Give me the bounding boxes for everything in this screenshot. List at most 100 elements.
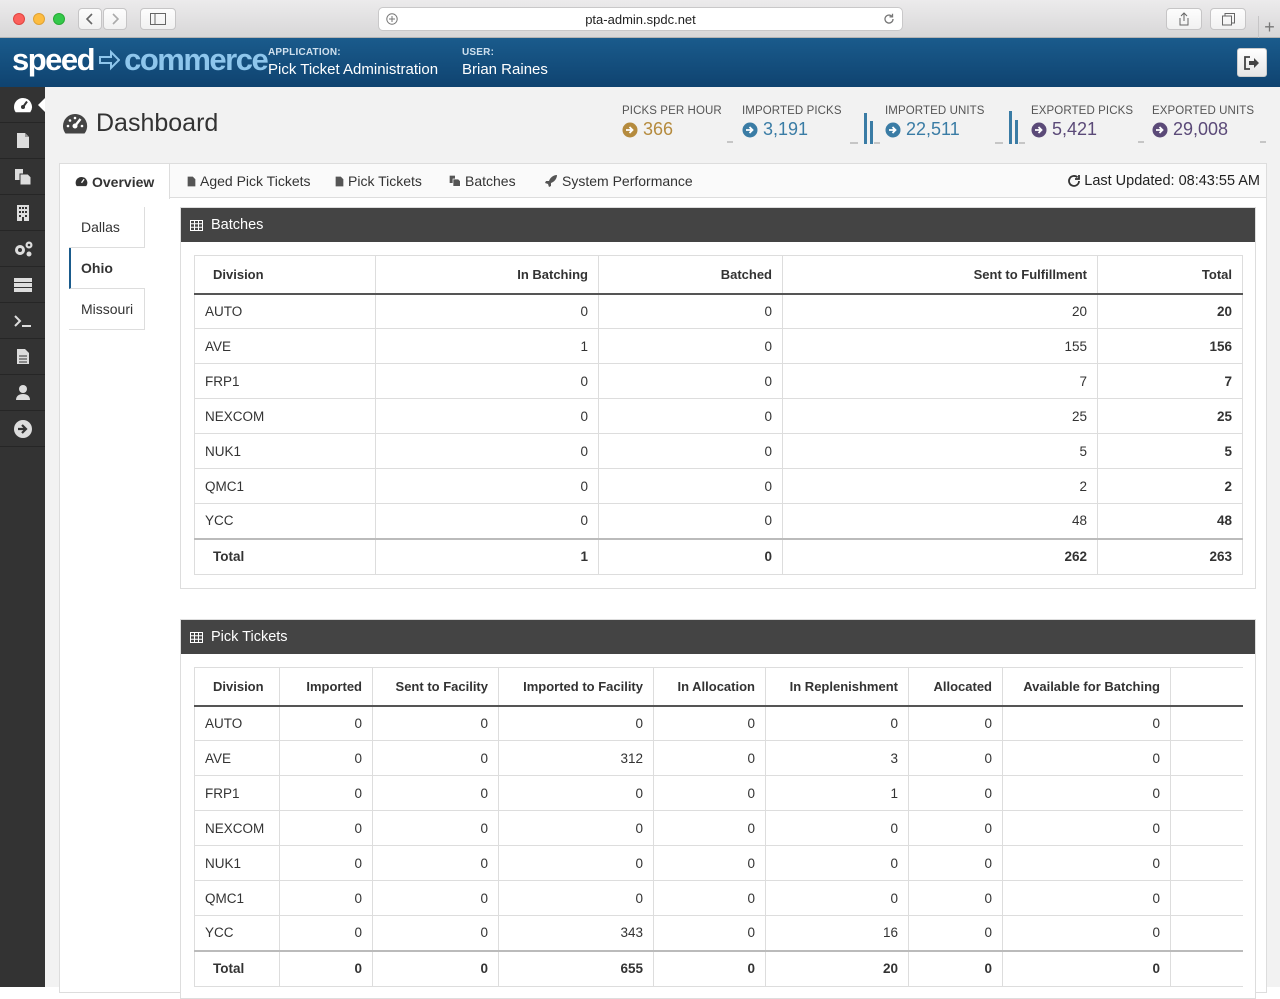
nav-users[interactable] <box>0 375 45 411</box>
table-cell: 20 <box>782 293 1098 329</box>
total-cell <box>1170 949 1243 987</box>
location-tab-missouri[interactable]: Missouri <box>69 289 145 330</box>
table-cell: 0 <box>653 810 766 846</box>
speed-commerce-logo[interactable]: speed commerce <box>12 42 269 78</box>
nav-reports[interactable] <box>0 339 45 375</box>
column-header[interactable]: Division <box>194 255 376 295</box>
column-header[interactable]: Division <box>194 667 280 707</box>
table-cell: 0 <box>908 775 1003 811</box>
minimize-window-button[interactable] <box>33 13 45 25</box>
file-text-icon <box>16 349 29 364</box>
close-window-button[interactable] <box>13 13 25 25</box>
share-icon <box>1179 12 1189 26</box>
nav-documents[interactable] <box>0 123 45 159</box>
table-cell: 0 <box>372 775 499 811</box>
last-updated[interactable]: Last Updated: 08:43:55 AM <box>1067 164 1260 198</box>
table-cell: 16 <box>765 915 909 951</box>
table-cell: 0 <box>279 810 373 846</box>
file-icon <box>335 176 344 186</box>
total-row: Total 1 0 262 263 <box>194 537 1243 575</box>
add-bookmark-icon[interactable] <box>386 13 398 25</box>
column-header[interactable]: Total <box>1097 255 1243 295</box>
table-cell: 3 <box>765 740 909 776</box>
chevron-right-icon <box>112 13 119 25</box>
column-header[interactable]: In Batching <box>375 255 599 295</box>
arrow-circle-right-icon <box>885 122 901 137</box>
table-row: NEXCOM 0 0 0 0 0 0 0 <box>194 810 1243 846</box>
new-tab-button[interactable]: + <box>1258 16 1280 38</box>
table-cell: 0 <box>375 398 599 434</box>
table-cell: 0 <box>653 845 766 881</box>
address-bar[interactable]: pta-admin.spdc.net <box>378 7 903 31</box>
table-cell: 0 <box>498 880 654 916</box>
table-cell <box>1170 740 1243 776</box>
nav-copy[interactable] <box>0 159 45 195</box>
table-cell <box>1170 915 1243 951</box>
table-cell: 2 <box>1097 468 1243 504</box>
sidebar-toggle-button[interactable] <box>140 8 176 30</box>
location-tab-ohio[interactable]: Ohio <box>69 248 145 289</box>
tab-aged-pick-tickets[interactable]: Aged Pick Tickets <box>187 164 311 198</box>
nav-dashboard[interactable] <box>0 87 45 123</box>
user-info: USER: Brian Raines <box>462 47 548 78</box>
forward-button[interactable] <box>103 8 127 30</box>
table-cell: YCC <box>194 503 376 539</box>
sparkline-picks-per-hour <box>727 141 733 143</box>
table-cell: 0 <box>765 705 909 741</box>
tab-batches[interactable]: Batches <box>449 164 516 198</box>
tab-pick-tickets[interactable]: Pick Tickets <box>335 164 422 198</box>
nav-building[interactable] <box>0 195 45 231</box>
total-cell: Total <box>194 949 280 987</box>
table-row: AVE 0 0 312 0 3 0 0 <box>194 740 1243 776</box>
column-header[interactable]: Sent to Facility <box>372 667 499 707</box>
location-tab-dallas[interactable]: Dallas <box>69 207 145 248</box>
column-header[interactable]: Imported <box>279 667 373 707</box>
batches-header: Batches <box>181 208 1255 242</box>
table-row: NUK1 0 0 5 5 <box>194 433 1243 469</box>
column-header[interactable]: Sent to Fulfillment <box>782 255 1098 295</box>
nav-forward[interactable] <box>0 411 45 447</box>
tabs-overview-button[interactable] <box>1210 8 1246 30</box>
table-cell: NUK1 <box>194 845 280 881</box>
table-cell <box>1170 880 1243 916</box>
share-button[interactable] <box>1166 8 1202 30</box>
column-header[interactable]: Batched <box>598 255 783 295</box>
table-cell: 0 <box>765 810 909 846</box>
tab-bar: Overview Aged Pick Tickets Pick Tickets … <box>60 164 1266 199</box>
table-icon <box>190 219 203 231</box>
pick-tickets-scroll[interactable]: Division Imported Sent to Facility Imported… <box>194 667 1243 987</box>
table-cell: 0 <box>598 398 783 434</box>
nav-terminal[interactable] <box>0 303 45 339</box>
column-header[interactable]: Allocated <box>908 667 1003 707</box>
table-cell: 0 <box>908 915 1003 951</box>
column-header[interactable]: In Allocation <box>653 667 766 707</box>
total-cell: 655 <box>498 949 654 987</box>
column-header[interactable]: In Batchi <box>1170 667 1243 707</box>
logout-button[interactable] <box>1237 48 1267 77</box>
table-cell: 0 <box>372 880 499 916</box>
total-cell: 0 <box>1002 949 1171 987</box>
table-cell: 0 <box>279 775 373 811</box>
table-row: YCC 0 0 343 0 16 0 0 <box>194 915 1243 951</box>
cogs-icon <box>14 241 32 256</box>
table-cell: 7 <box>1097 363 1243 399</box>
table-cell: 0 <box>372 740 499 776</box>
column-header[interactable]: In Replenishment <box>765 667 909 707</box>
nav-settings[interactable] <box>0 231 45 267</box>
back-button[interactable] <box>78 8 102 30</box>
table-cell: 0 <box>1002 915 1171 951</box>
column-header[interactable]: Imported to Facility <box>498 667 654 707</box>
tab-overview[interactable]: Overview <box>60 164 171 199</box>
table-cell: 0 <box>372 845 499 881</box>
table-cell: QMC1 <box>194 468 376 504</box>
tab-system-performance[interactable]: System Performance <box>545 164 693 198</box>
column-header[interactable]: Available for Batching <box>1002 667 1171 707</box>
zoom-window-button[interactable] <box>53 13 65 25</box>
table-cell: 5 <box>782 433 1098 469</box>
table-row: FRP1 0 0 0 0 1 0 0 <box>194 775 1243 811</box>
total-cell: 0 <box>908 949 1003 987</box>
table-cell: QMC1 <box>194 880 280 916</box>
sparkline-imported-picks <box>850 113 880 144</box>
reload-icon[interactable] <box>883 13 895 25</box>
nav-servers[interactable] <box>0 267 45 303</box>
